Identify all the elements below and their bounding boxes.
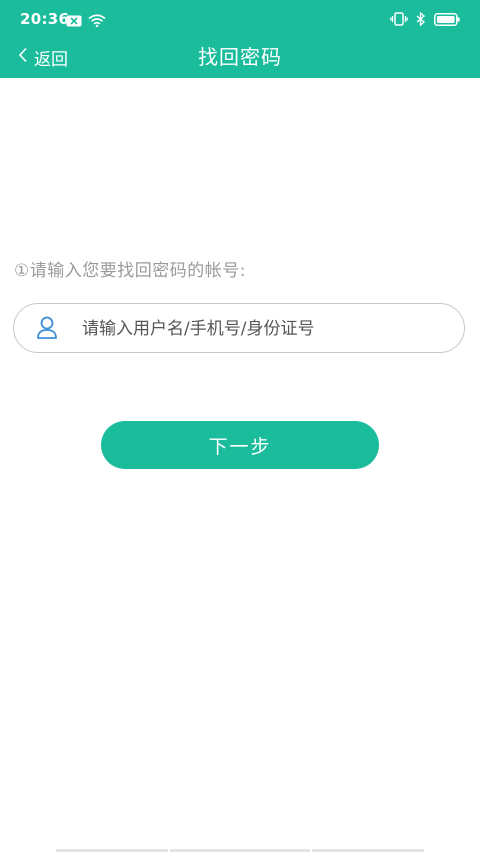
screen: 20:36 返回 找回密码 ①请输入您要找回密码的帐号: 请输入用户名/手机号/… — [0, 0, 480, 853]
top-bar: 20:36 返回 找回密码 — [0, 0, 480, 78]
vibrate-icon — [390, 11, 408, 30]
status-time: 20:36 — [20, 10, 70, 28]
notification-icon — [66, 12, 82, 31]
nav-indicator-segment — [312, 849, 424, 852]
status-bar: 20:36 — [0, 0, 480, 36]
battery-icon — [434, 11, 460, 30]
bluetooth-icon — [416, 11, 426, 30]
account-field[interactable] — [13, 303, 465, 353]
next-button[interactable]: 下一步 — [101, 421, 379, 469]
nav-indicators — [0, 849, 480, 853]
user-icon — [36, 316, 58, 344]
account-input[interactable] — [80, 312, 454, 346]
header: 返回 找回密码 — [0, 36, 480, 78]
step-label: ①请输入您要找回密码的帐号: — [14, 261, 246, 281]
wifi-icon — [88, 12, 106, 31]
nav-indicator-segment — [56, 849, 168, 852]
nav-indicator-segment — [170, 849, 310, 852]
page-title: 找回密码 — [198, 45, 282, 69]
